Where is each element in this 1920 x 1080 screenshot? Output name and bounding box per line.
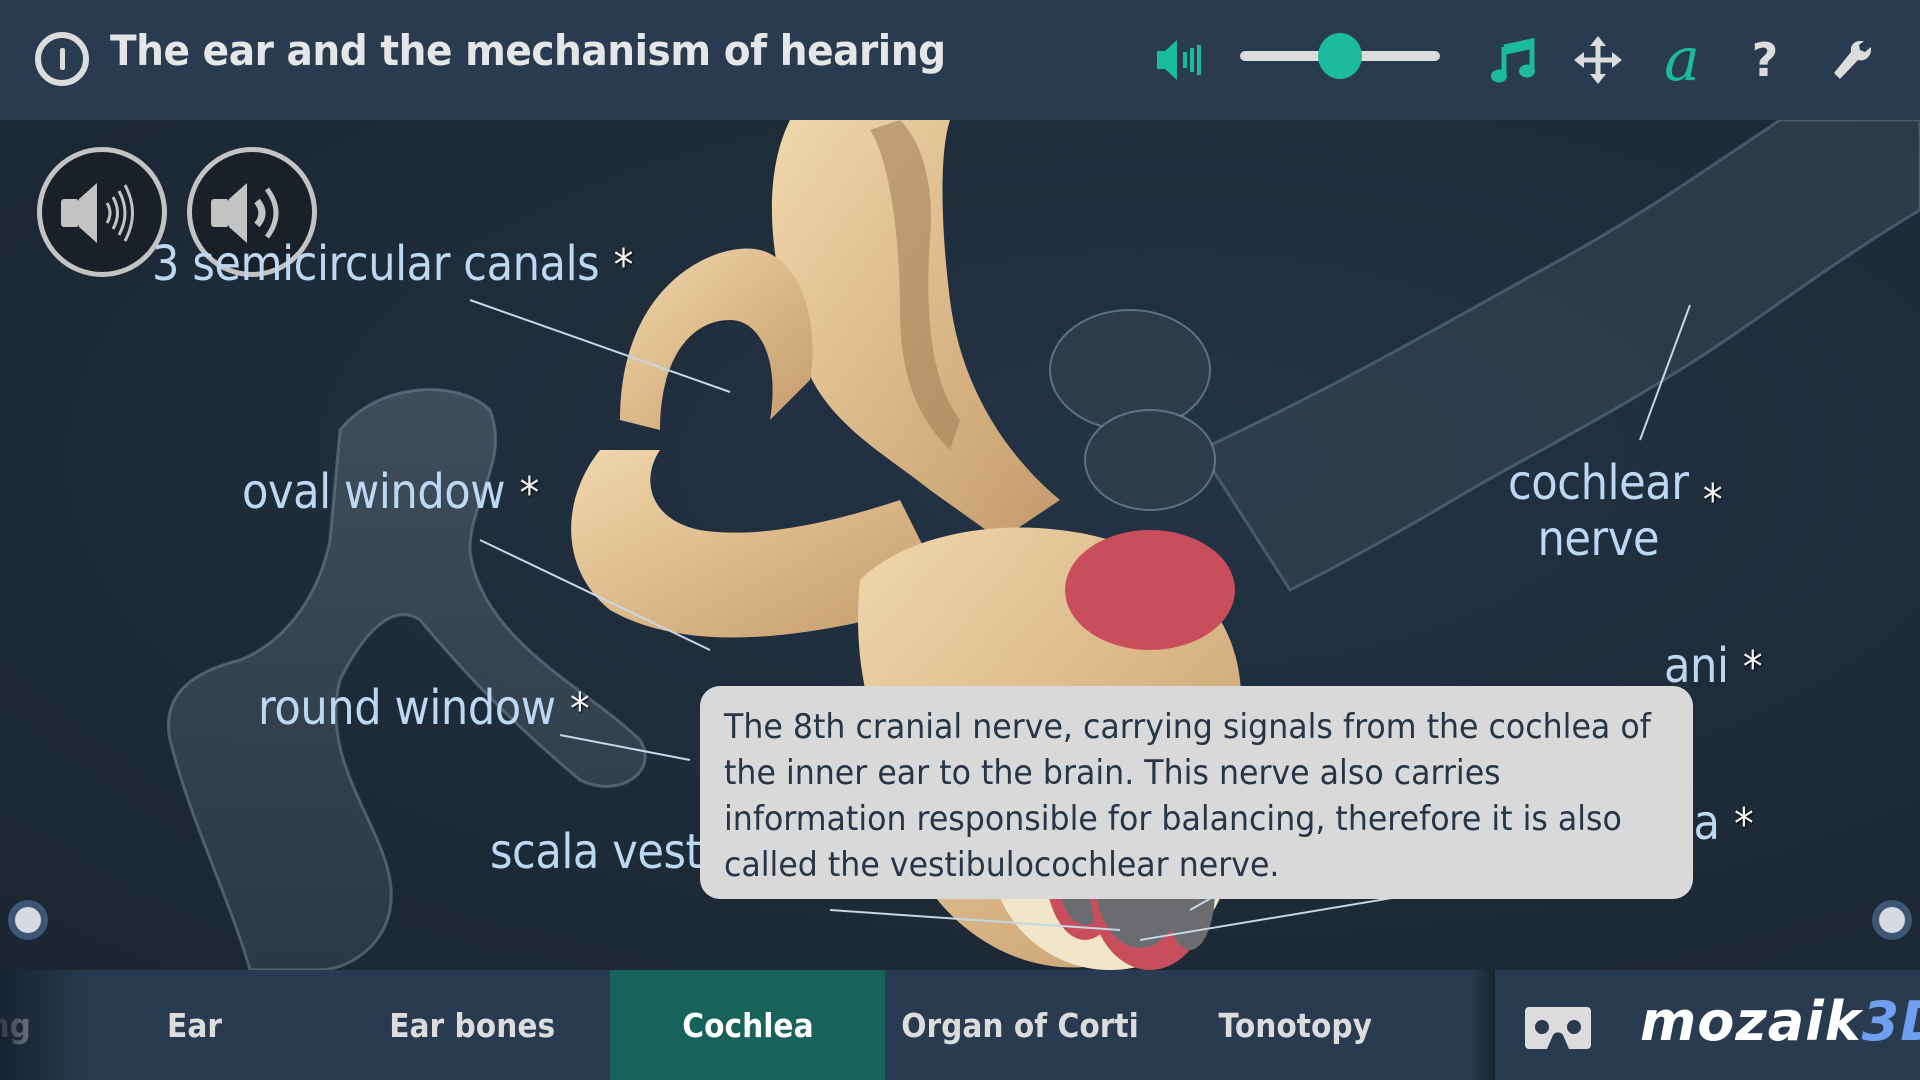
label-round-window[interactable]: round window * [258,680,590,738]
info-star-icon[interactable]: * [614,240,634,291]
app-title: The ear and the mechanism of hearing [110,26,946,75]
tab-hearing[interactable]: ng [0,970,60,1080]
brand-area: mozaik3D [1495,970,1920,1080]
label-semicircular-canals[interactable]: 3 semicircular canals * [152,236,633,294]
brand-separator [1470,970,1495,1080]
label-oval-window[interactable]: oval window * [242,464,539,522]
next-view-dot[interactable] [1872,900,1912,940]
info-star-icon[interactable]: * [1743,642,1763,693]
bottom-nav: ng Ear Ear bones Cochlea Organ of Corti … [0,970,1920,1080]
volume-slider[interactable] [1240,33,1440,79]
label-text: oval window [242,464,506,520]
info-star-icon[interactable]: * [570,684,590,735]
font-a-icon[interactable]: a [1655,30,1709,90]
music-note-icon[interactable] [1488,30,1538,90]
label-text: 3 semicircular canals [152,236,600,292]
previous-view-dot[interactable] [8,900,48,940]
scene-tabs: ng Ear Ear bones Cochlea Organ of Corti … [0,970,1490,1080]
info-tooltip: The 8th cranial nerve, carrying signals … [700,686,1693,899]
tab-tonotopy[interactable]: Tonotopy [1160,970,1430,1080]
label-text: nerve [1537,511,1660,567]
wrench-icon[interactable] [1828,30,1878,90]
narration-full-button[interactable] [37,147,167,277]
ganglion-model [1049,309,1216,511]
volume-thumb[interactable] [1318,33,1362,79]
power-icon[interactable] [35,32,89,86]
label-cochlear-nerve[interactable]: cochlear nerve * [1508,455,1723,567]
move-arrows-icon[interactable] [1573,30,1623,90]
mozaik3d-logo: mozaik3D [1640,990,1920,1053]
vr-headset-icon[interactable] [1525,1007,1591,1049]
question-mark-icon[interactable]: ? [1745,30,1785,90]
label-text: round window [258,680,556,736]
top-bar: The ear and the mechanism of hearing a ? [0,0,1920,120]
anatomy-viewport[interactable]: 3 semicircular canals * oval window * roun… [0,120,1920,970]
info-star-icon[interactable]: * [1734,799,1754,850]
info-star-icon[interactable]: * [520,468,540,519]
tab-ear[interactable]: Ear [100,970,290,1080]
speaker-waves-icon [61,183,134,243]
info-text: The 8th cranial nerve, carrying signals … [724,707,1651,885]
label-text: cochlear [1508,455,1689,511]
tab-cochlea[interactable]: Cochlea [610,970,885,1080]
tab-ear-bones[interactable]: Ear bones [335,970,610,1080]
tab-organ-of-corti[interactable]: Organ of Corti [885,970,1155,1080]
info-star-icon[interactable]: * [1703,473,1723,529]
speaker-volume-icon[interactable] [1155,30,1207,90]
